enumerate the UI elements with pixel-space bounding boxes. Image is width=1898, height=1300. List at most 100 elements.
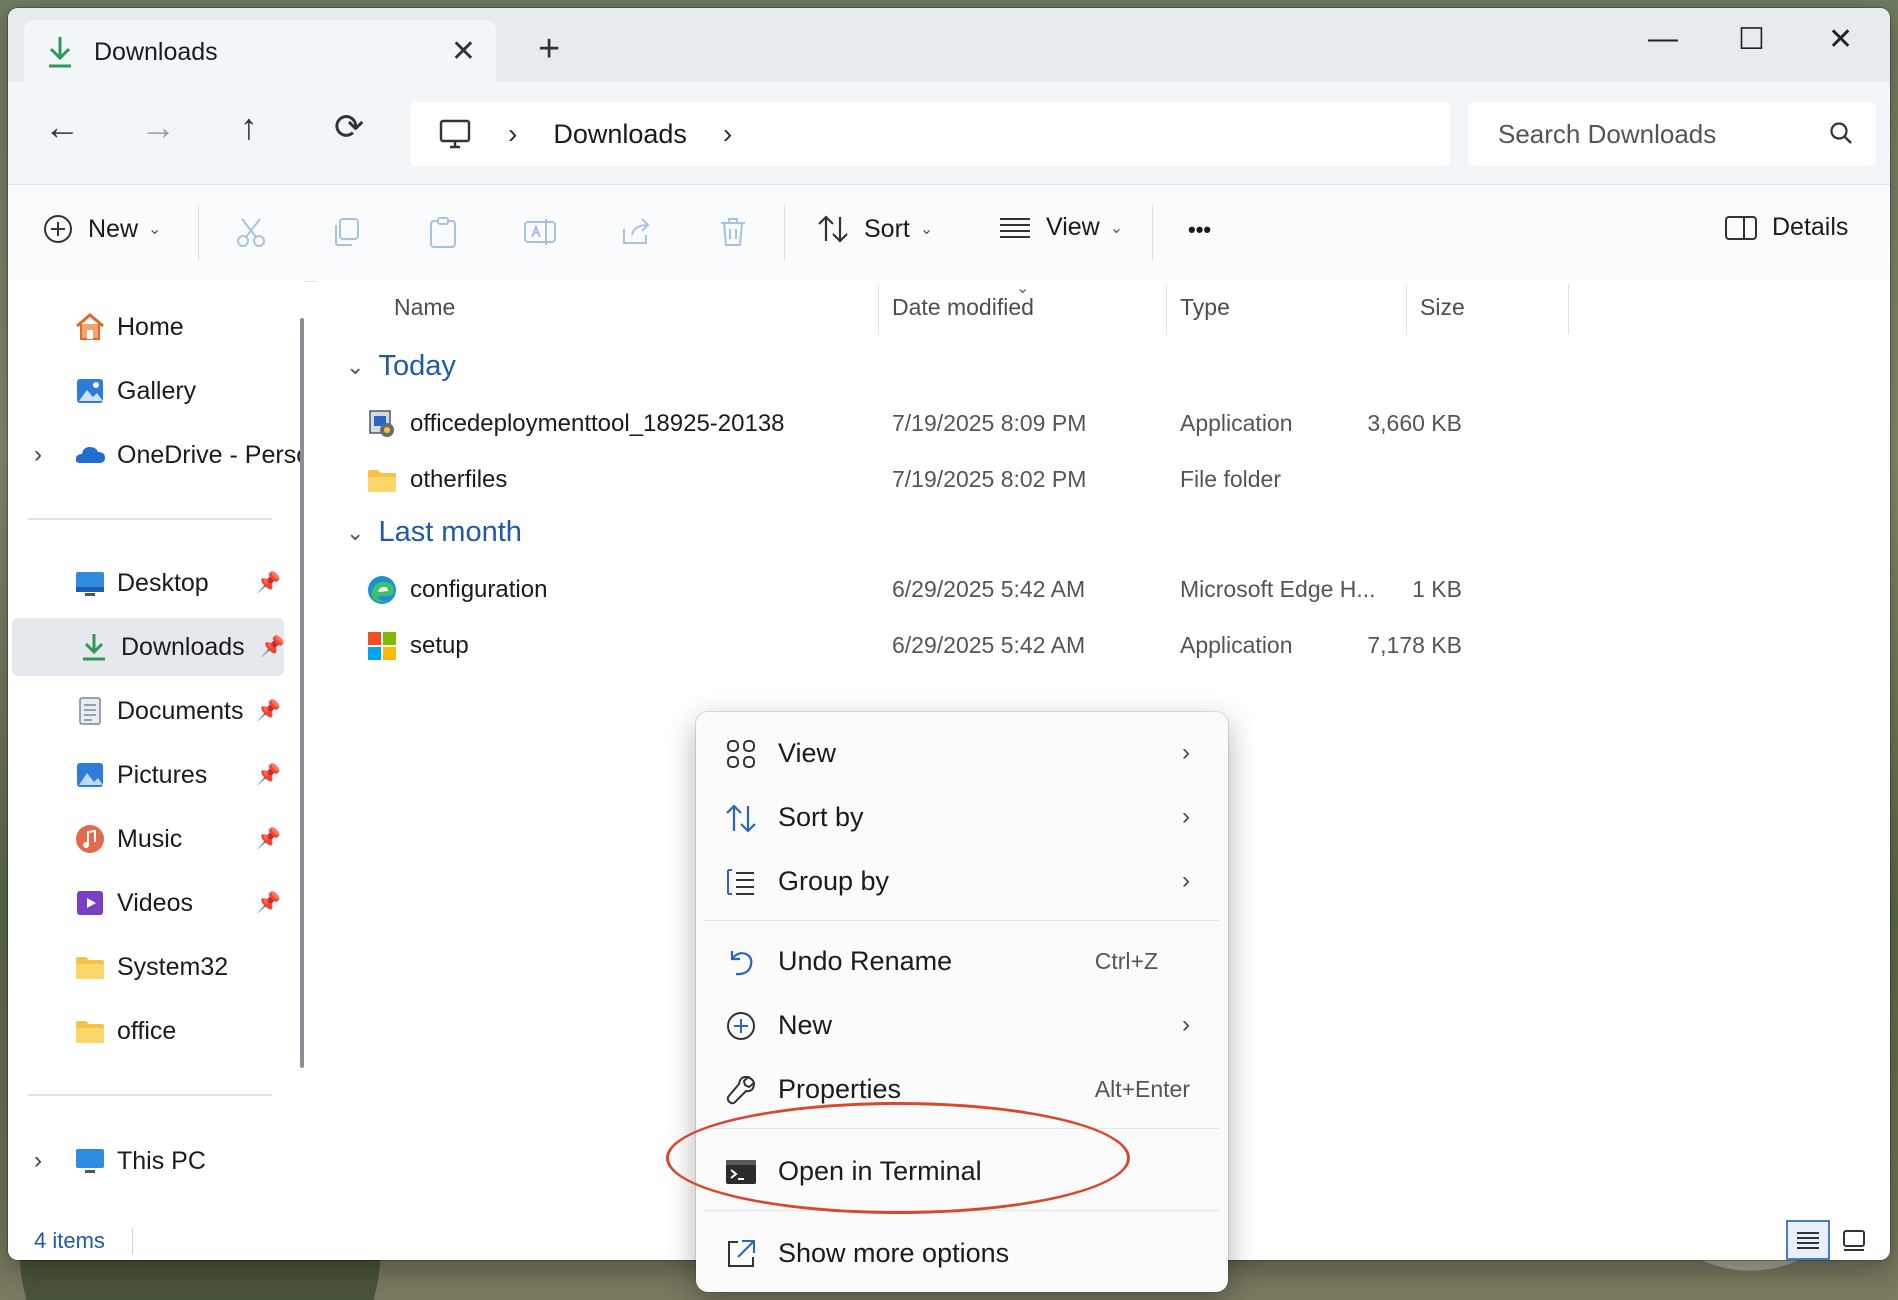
menu-item-show-more-options[interactable]: Show more options <box>704 1222 1220 1284</box>
sidebar-item-documents[interactable]: Documents 📌 <box>8 682 284 740</box>
forward-button[interactable]: → <box>140 106 176 148</box>
chevron-down-icon: ⌄ <box>1109 219 1124 237</box>
menu-item-label: View <box>778 737 837 768</box>
copy-icon[interactable] <box>330 215 364 249</box>
chevron-right-icon[interactable]: › <box>34 1147 42 1175</box>
new-tab-button[interactable]: + <box>538 28 560 71</box>
menu-divider <box>704 1128 1220 1129</box>
pin-icon: 📌 <box>256 572 281 594</box>
file-size: 7,178 KB <box>1367 632 1462 658</box>
tiles-view-toggle[interactable] <box>1832 1220 1876 1260</box>
menu-item-sort-by[interactable]: Sort by › <box>704 786 1220 848</box>
delete-icon[interactable] <box>716 215 750 249</box>
menu-item-properties[interactable]: Properties Alt+Enter <box>704 1058 1220 1120</box>
menu-item-undo-rename[interactable]: Undo Rename Ctrl+Z <box>704 930 1220 992</box>
sidebar-item-label: OneDrive - Perso <box>117 440 304 469</box>
breadcrumb-downloads[interactable]: Downloads <box>553 119 687 150</box>
sidebar-item-onedrive[interactable]: › OneDrive - Perso <box>8 426 304 484</box>
sidebar-item-label: Documents <box>117 696 244 725</box>
column-header-type[interactable]: Type <box>1180 294 1230 321</box>
sidebar-item-gallery[interactable]: Gallery <box>8 362 284 420</box>
share-icon[interactable] <box>620 215 654 249</box>
search-box[interactable] <box>1468 102 1876 166</box>
downloads-icon <box>83 634 105 661</box>
sort-button[interactable]: Sort ⌄ <box>816 213 933 245</box>
search-icon[interactable] <box>1828 120 1854 146</box>
chevron-down-icon: ⌄ <box>346 519 365 545</box>
tab-downloads[interactable]: Downloads ✕ <box>24 20 496 84</box>
this-pc-icon <box>439 119 471 149</box>
column-divider[interactable] <box>1406 284 1407 334</box>
file-date: 6/29/2025 5:42 AM <box>892 632 1086 658</box>
maximize-button[interactable]: ☐ <box>1738 22 1765 57</box>
file-row[interactable]: officedeploymenttool_18925-20138 7/19/20… <box>316 400 1576 450</box>
column-header-size[interactable]: Size <box>1420 294 1465 321</box>
details-view-toggle[interactable] <box>1786 1220 1830 1260</box>
this-pc-icon <box>76 1149 104 1173</box>
menu-item-label: Sort by <box>778 801 864 832</box>
sidebar-item-downloads[interactable]: Downloads 📌 <box>12 618 285 676</box>
sidebar-item-system32[interactable]: System32 <box>8 938 284 996</box>
new-button[interactable]: New ⌄ <box>42 213 161 245</box>
sidebar-scrollbar[interactable] <box>300 318 304 1068</box>
column-divider[interactable] <box>1568 284 1569 334</box>
minimize-button[interactable]: — <box>1648 22 1678 56</box>
address-bar[interactable]: › Downloads › <box>410 102 1450 166</box>
sidebar-item-pictures[interactable]: Pictures 📌 <box>8 746 284 804</box>
group-header-today[interactable]: ⌄ Today <box>346 350 456 383</box>
folder-icon <box>76 957 104 979</box>
chevron-right-icon[interactable]: › <box>34 441 42 469</box>
chevron-right-icon[interactable]: › <box>508 118 517 150</box>
file-row[interactable]: setup 6/29/2025 5:42 AM Application 7,17… <box>316 622 1576 672</box>
column-header-name[interactable]: Name <box>394 294 455 321</box>
tab-label: Downloads <box>94 37 218 66</box>
refresh-button[interactable]: ⟳ <box>334 106 364 148</box>
view-grid-icon <box>727 740 755 768</box>
group-by-icon <box>727 869 754 895</box>
see-more-button[interactable]: ••• <box>1188 217 1211 243</box>
pin-icon: 📌 <box>256 892 281 914</box>
sidebar-item-office[interactable]: office <box>8 1002 284 1060</box>
view-button[interactable]: View ⌄ <box>998 213 1123 242</box>
status-divider <box>132 1228 133 1254</box>
sidebar-item-videos[interactable]: Videos 📌 <box>8 874 284 932</box>
menu-item-new[interactable]: New › <box>704 994 1220 1056</box>
chevron-right-icon: › <box>1182 803 1190 830</box>
file-row[interactable]: otherfiles 7/19/2025 8:02 PM File folder <box>316 456 1576 506</box>
file-name: otherfiles <box>410 466 508 493</box>
column-divider[interactable] <box>878 284 879 334</box>
sort-icon <box>726 804 756 833</box>
menu-item-view[interactable]: View › <box>704 722 1220 784</box>
tab-close-icon[interactable]: ✕ <box>451 34 476 69</box>
rename-icon[interactable] <box>522 215 558 249</box>
sidebar-item-home[interactable]: Home <box>8 298 284 356</box>
menu-item-open-in-terminal[interactable]: Open in Terminal <box>704 1140 1220 1202</box>
sidebar-item-this-pc[interactable]: › This PC <box>8 1132 284 1190</box>
chevron-down-icon: ⌄ <box>346 353 365 379</box>
paste-icon[interactable] <box>426 215 460 249</box>
group-label: Today <box>378 350 456 382</box>
column-divider[interactable] <box>1166 284 1167 334</box>
new-plus-icon <box>727 1012 755 1040</box>
chevron-right-icon: › <box>1182 739 1190 766</box>
chevron-right-icon[interactable]: › <box>723 118 732 150</box>
cut-icon[interactable] <box>234 215 268 249</box>
up-button[interactable]: ↑ <box>240 106 258 148</box>
file-date: 6/29/2025 5:42 AM <box>892 576 1086 602</box>
back-button[interactable]: ← <box>44 106 80 148</box>
menu-item-group-by[interactable]: Group by › <box>704 850 1220 912</box>
group-header-last-month[interactable]: ⌄ Last month <box>346 516 522 549</box>
downloads-icon <box>49 37 71 68</box>
close-window-button[interactable]: ✕ <box>1828 22 1853 57</box>
sidebar-item-label: Home <box>117 312 184 341</box>
sidebar-item-desktop[interactable]: Desktop 📌 <box>8 554 284 612</box>
column-header-date[interactable]: Date modified <box>892 294 1034 321</box>
documents-icon <box>79 697 101 725</box>
details-pane-button[interactable]: Details <box>1724 213 1848 242</box>
chevron-right-icon: › <box>1182 867 1190 894</box>
sidebar-divider <box>28 518 272 520</box>
search-input[interactable] <box>1496 117 1820 151</box>
sidebar-item-music[interactable]: Music 📌 <box>8 810 284 868</box>
file-row[interactable]: configuration 6/29/2025 5:42 AM Microsof… <box>316 566 1576 616</box>
title-bar: Downloads ✕ + — ☐ ✕ <box>8 8 1890 84</box>
